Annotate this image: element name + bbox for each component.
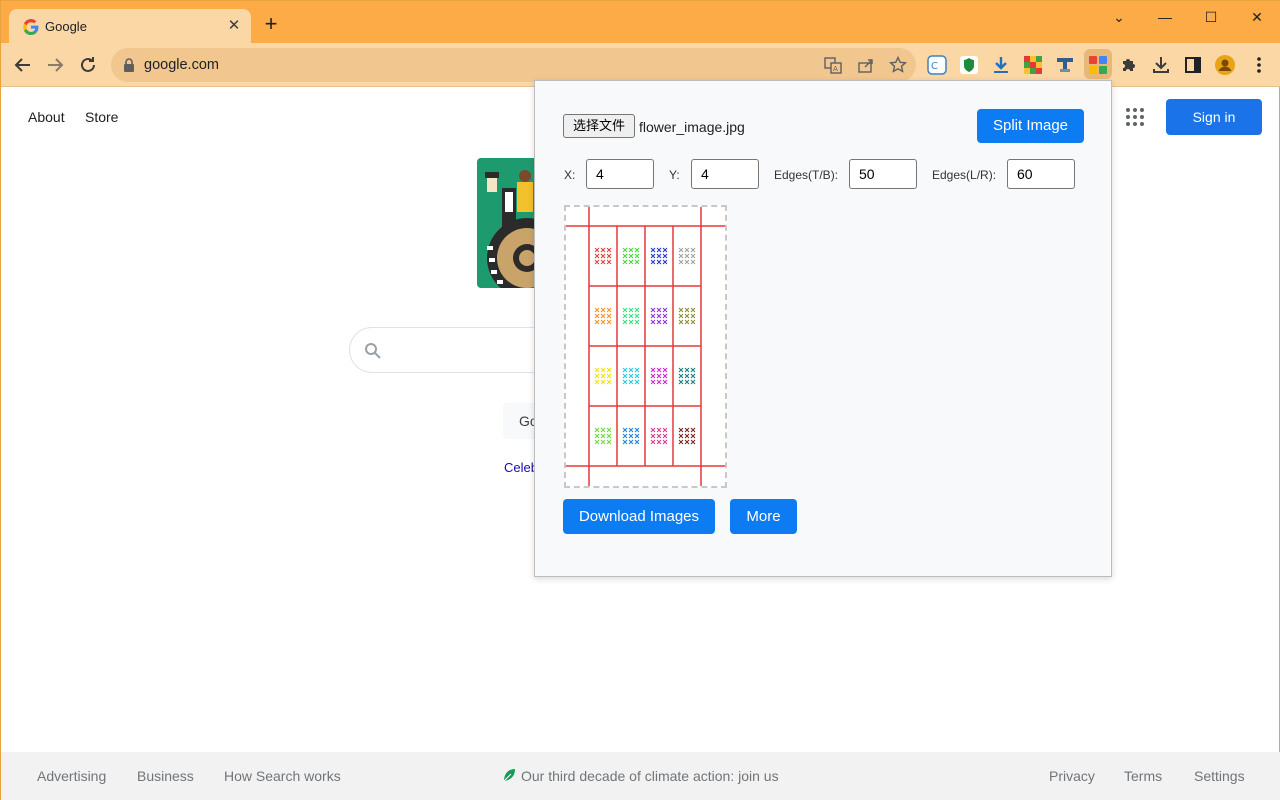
footer-settings-link[interactable]: Settings <box>1194 768 1245 784</box>
cell-pattern <box>678 427 696 445</box>
store-link[interactable]: Store <box>85 109 118 125</box>
more-button[interactable]: More <box>730 499 797 534</box>
url-text[interactable]: google.com <box>144 57 219 73</box>
cell-pattern <box>622 367 640 385</box>
cell-pattern <box>594 247 612 265</box>
reload-icon[interactable] <box>74 51 102 79</box>
footer-terms-link[interactable]: Terms <box>1124 768 1162 784</box>
cell-pattern <box>622 307 640 325</box>
extensions-puzzle-icon[interactable] <box>1119 55 1139 75</box>
cell-pattern <box>678 367 696 385</box>
back-arrow-icon[interactable] <box>9 51 37 79</box>
google-favicon-icon <box>23 19 39 35</box>
cell-pattern <box>650 367 668 385</box>
image-splitter-popup: 选择文件 flower_image.jpg Split Image X: 4 Y… <box>534 80 1112 577</box>
sign-in-button[interactable]: Sign in <box>1166 99 1262 135</box>
search-icon <box>365 343 381 359</box>
download-images-button[interactable]: Download Images <box>563 499 715 534</box>
translate-icon[interactable]: A <box>823 55 843 75</box>
edges-tb-label: Edges(T/B): <box>774 168 839 182</box>
cell-pattern <box>622 247 640 265</box>
extension-green-shield-icon[interactable] <box>959 55 979 75</box>
share-icon[interactable] <box>856 55 876 75</box>
choose-file-button[interactable]: 选择文件 <box>563 114 635 138</box>
split-image-button[interactable]: Split Image <box>977 109 1084 143</box>
close-tab-icon[interactable]: ✕ <box>225 17 243 35</box>
address-bar[interactable]: google.com A <box>111 48 916 82</box>
cell-pattern <box>650 307 668 325</box>
tab-search-chevron-down-icon[interactable]: ⌄ <box>1096 5 1142 29</box>
leaf-icon <box>503 769 515 782</box>
forward-arrow-icon[interactable] <box>41 51 69 79</box>
lock-icon[interactable] <box>123 58 135 72</box>
bookmark-star-icon[interactable] <box>888 55 908 75</box>
downloads-icon[interactable] <box>1151 55 1171 75</box>
side-panel-icon[interactable] <box>1183 55 1203 75</box>
more-menu-kebab-icon[interactable] <box>1249 55 1269 75</box>
footer-advertising-link[interactable]: Advertising <box>37 768 106 784</box>
x-field-label: X: <box>564 168 576 182</box>
tab-google[interactable]: Google ✕ <box>9 9 251 43</box>
extension-download-arrow-icon[interactable] <box>991 55 1011 75</box>
page-footer: Advertising Business How Search works Ou… <box>1 752 1280 800</box>
footer-how-search-works-link[interactable]: How Search works <box>224 768 341 784</box>
google-apps-grid-icon[interactable] <box>1123 105 1147 129</box>
cell-pattern <box>650 247 668 265</box>
cell-pattern <box>594 307 612 325</box>
cell-pattern <box>622 427 640 445</box>
footer-climate-link[interactable]: Our third decade of climate action: join… <box>521 768 779 784</box>
close-window-button[interactable]: ✕ <box>1234 5 1280 29</box>
selected-file-name: flower_image.jpg <box>639 119 745 135</box>
tab-strip: Google ✕ + ⌄ — ☐ ✕ <box>1 1 1280 43</box>
extension-mosaic-icon[interactable] <box>1023 55 1043 75</box>
cell-pattern <box>650 427 668 445</box>
cell-pattern <box>678 247 696 265</box>
cell-pattern <box>678 307 696 325</box>
extension-reader-icon[interactable]: C <box>927 55 947 75</box>
edges-tb-input[interactable]: 50 <box>849 159 917 189</box>
y-field-label: Y: <box>669 168 680 182</box>
x-input[interactable]: 4 <box>586 159 654 189</box>
cell-pattern <box>594 427 612 445</box>
svg-text:C: C <box>931 61 938 72</box>
cell-pattern <box>594 367 612 385</box>
split-grid-preview <box>566 207 725 486</box>
footer-privacy-link[interactable]: Privacy <box>1049 768 1095 784</box>
minimize-button[interactable]: — <box>1142 5 1188 29</box>
new-tab-button[interactable]: + <box>259 13 283 37</box>
about-link[interactable]: About <box>28 109 65 125</box>
y-input[interactable]: 4 <box>691 159 759 189</box>
doodle-celebration-link[interactable]: Celeb <box>504 460 538 475</box>
tab-title: Google <box>45 19 87 34</box>
footer-business-link[interactable]: Business <box>137 768 194 784</box>
svg-text:A: A <box>833 65 838 73</box>
extension-image-splitter-icon[interactable] <box>1088 55 1108 75</box>
extension-screen-capture-icon[interactable] <box>1055 55 1075 75</box>
edges-lr-label: Edges(L/R): <box>932 168 997 182</box>
edges-lr-input[interactable]: 60 <box>1007 159 1075 189</box>
maximize-button[interactable]: ☐ <box>1188 5 1234 29</box>
profile-avatar-icon[interactable] <box>1215 55 1235 75</box>
image-preview <box>564 205 727 488</box>
